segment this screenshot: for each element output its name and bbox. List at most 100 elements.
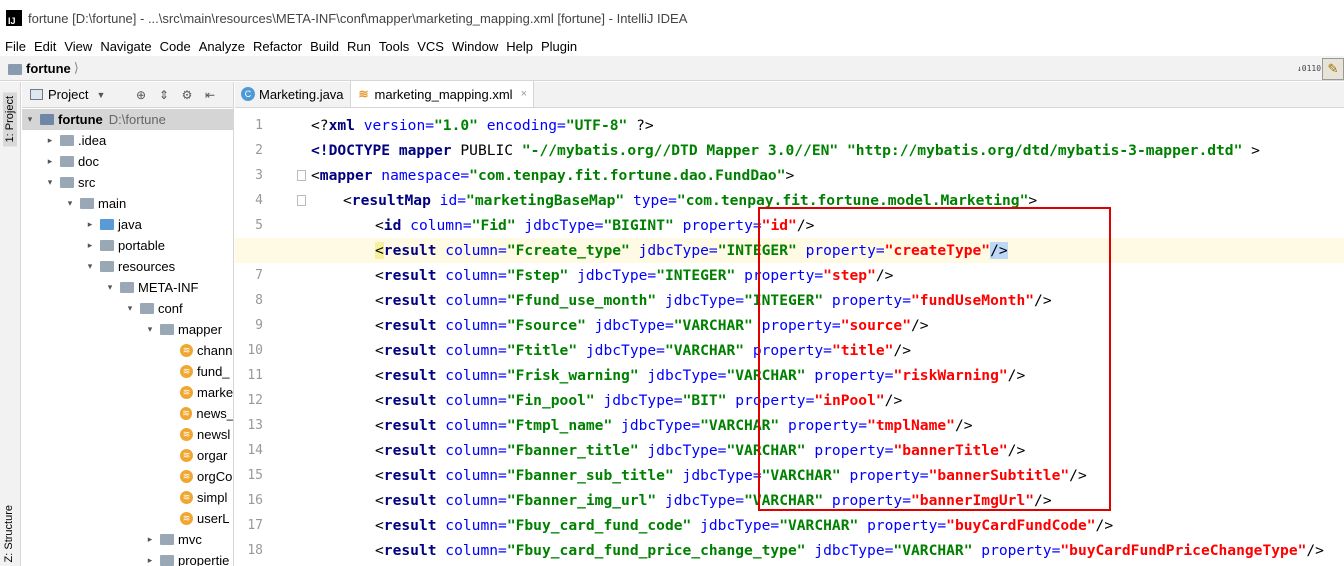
project-view-selector[interactable]: Project	[48, 87, 88, 102]
breadcrumb-fortune[interactable]: fortune	[26, 61, 71, 76]
expanded-arrow-icon[interactable]: ▾	[24, 114, 36, 125]
tree-item[interactable]: ▸ java	[22, 214, 233, 235]
expanded-arrow-icon[interactable]: ▾	[144, 324, 156, 335]
code-token: property=	[858, 517, 947, 534]
code-line[interactable]: <result column="Frisk_warning" jdbcType=…	[375, 363, 1025, 388]
expanded-arrow-icon[interactable]: ▾	[64, 198, 76, 209]
tree-item[interactable]: ▾ main	[22, 193, 233, 214]
menu-run[interactable]: Run	[347, 39, 371, 54]
menu-plugin[interactable]: Plugin	[541, 39, 577, 54]
collapsed-arrow-icon[interactable]: ▸	[84, 219, 96, 230]
tree-item[interactable]: ▾ META-INF	[22, 277, 233, 298]
code-line[interactable]: <result column="Ffund_use_month" jdbcTyp…	[375, 288, 1052, 313]
collapsed-arrow-icon[interactable]: ▸	[44, 135, 56, 146]
tree-item[interactable]: ▾ conf	[22, 298, 233, 319]
tree-item[interactable]: ▾ mapper	[22, 319, 233, 340]
tree-item[interactable]: ▾ src	[22, 172, 233, 193]
project-tool-tab[interactable]: 1: Project	[3, 92, 17, 147]
vcs-update-icon[interactable]: ↓0110	[1297, 60, 1321, 78]
tree-item[interactable]: ▾ fortune D:\fortune	[22, 109, 233, 130]
code-area[interactable]: <?xml version="1.0" encoding="UTF-8" ?> <…	[235, 109, 1344, 566]
tab-marketing-mapping-xml[interactable]: ≋ marketing_mapping.xml ×	[350, 81, 534, 107]
code-line[interactable]: <result column="Fsource" jdbcType="VARCH…	[375, 313, 929, 338]
menu-build[interactable]: Build	[310, 39, 339, 54]
code-token: "fundUseMonth"	[911, 292, 1035, 309]
code-token: result	[383, 392, 437, 409]
expanded-arrow-icon[interactable]: ▾	[124, 303, 136, 314]
close-icon[interactable]: ×	[521, 88, 527, 100]
code-line[interactable]: <id column="Fid" jdbcType="BIGINT" prope…	[375, 213, 814, 238]
code-line[interactable]: <result column="Fbuy_card_fund_code" jdb…	[375, 513, 1113, 538]
menu-edit[interactable]: Edit	[34, 39, 56, 54]
locate-icon[interactable]: ⊕	[132, 86, 150, 104]
tree-item[interactable]: ▸ portable	[22, 235, 233, 256]
menu-file[interactable]: File	[5, 39, 26, 54]
code-line[interactable]: <result column="Fstep" jdbcType="INTEGER…	[375, 263, 893, 288]
tree-item[interactable]: ▸≋orgar	[22, 445, 233, 466]
collapsed-arrow-icon[interactable]: ▸	[144, 534, 156, 545]
edit-tool-icon[interactable]: ✎	[1322, 57, 1344, 80]
code-token: ?>	[627, 117, 654, 134]
structure-tool-tab[interactable]: Z: Structure	[3, 505, 15, 562]
code-token: <	[375, 442, 384, 459]
expanded-arrow-icon[interactable]: ▾	[104, 282, 116, 293]
tree-item[interactable]: ▸ propertie	[22, 550, 233, 566]
hide-panel-icon[interactable]: ⇤	[201, 86, 219, 104]
menu-navigate[interactable]: Navigate	[100, 39, 151, 54]
project-panel: Project ▼ ⊕ ⇕ ⚙ ⇤ ▾ fortune D:\fortune ▸ .id…	[22, 82, 234, 566]
menu-code[interactable]: Code	[160, 39, 191, 54]
line-number: 14	[247, 443, 263, 458]
code-line[interactable]: <result column="Ftmpl_name" jdbcType="VA…	[375, 413, 973, 438]
tree-item[interactable]: ▸≋simpl	[22, 487, 233, 508]
code-token: jdbcType=	[577, 342, 665, 359]
code-token: "BIT"	[682, 392, 727, 409]
code-line[interactable]: <result column="Fbanner_img_url" jdbcTyp…	[375, 488, 1052, 513]
tree-item[interactable]: ▸≋newsl	[22, 424, 233, 445]
code-line[interactable]: <result column="Fbanner_sub_title" jdbcT…	[375, 463, 1087, 488]
code-line[interactable]: <!DOCTYPE mapper PUBLIC "-//mybatis.org/…	[311, 138, 1260, 163]
tree-item[interactable]: ▾ resources	[22, 256, 233, 277]
fold-marker-icon[interactable]	[297, 170, 306, 181]
collapsed-arrow-icon[interactable]: ▸	[144, 555, 156, 566]
code-token: "com.tenpay.fit.fortune.model.Marketing"	[676, 192, 1029, 209]
code-line[interactable]: <resultMap id="marketingBaseMap" type="c…	[343, 188, 1037, 213]
tree-item[interactable]: ▸ .idea	[22, 130, 233, 151]
tree-item[interactable]: ▸ mvc	[22, 529, 233, 550]
line-number: 9	[255, 318, 263, 333]
code-token: "Fbuy_card_fund_price_change_type"	[506, 542, 806, 559]
menu-tools[interactable]: Tools	[379, 39, 409, 54]
fold-marker-icon[interactable]	[297, 195, 306, 206]
expanded-arrow-icon[interactable]: ▾	[84, 261, 96, 272]
tree-item[interactable]: ▸ doc	[22, 151, 233, 172]
code-line[interactable]: <result column="Fbanner_title" jdbcType=…	[375, 438, 1025, 463]
menu-view[interactable]: View	[64, 39, 92, 54]
menu-window[interactable]: Window	[452, 39, 498, 54]
tree-item[interactable]: ▸≋userL	[22, 508, 233, 529]
code-editor[interactable]: 123456789101112131415161718 <?xml versio…	[235, 109, 1344, 566]
collapsed-arrow-icon[interactable]: ▸	[84, 240, 96, 251]
tree-item[interactable]: ▸≋marke	[22, 382, 233, 403]
chevron-down-icon[interactable]: ▼	[96, 90, 105, 100]
tree-item[interactable]: ▸≋chann	[22, 340, 233, 361]
tab-marketing-java[interactable]: C Marketing.java	[235, 81, 351, 107]
gear-icon[interactable]: ⚙	[178, 86, 196, 104]
tree-item[interactable]: ▸≋orgCo	[22, 466, 233, 487]
line-number: 2	[255, 143, 263, 158]
code-line[interactable]: <result column="Fcreate_type" jdbcType="…	[375, 238, 1008, 263]
menu-analyze[interactable]: Analyze	[199, 39, 245, 54]
code-line[interactable]: <?xml version="1.0" encoding="UTF-8" ?>	[311, 113, 654, 138]
menu-vcs[interactable]: VCS	[417, 39, 444, 54]
code-line[interactable]: <result column="Ftitle" jdbcType="VARCHA…	[375, 338, 911, 363]
code-line[interactable]: <result column="Fbuy_card_fund_price_cha…	[375, 538, 1324, 563]
tree-item-label: news_	[196, 406, 234, 421]
collapsed-arrow-icon[interactable]: ▸	[44, 156, 56, 167]
expanded-arrow-icon[interactable]: ▾	[44, 177, 56, 188]
tree-item-label: main	[98, 196, 127, 211]
tree-item[interactable]: ▸≋news_	[22, 403, 234, 424]
code-line[interactable]: <result column="Fin_pool" jdbcType="BIT"…	[375, 388, 902, 413]
tree-item[interactable]: ▸≋fund_	[22, 361, 233, 382]
menu-refactor[interactable]: Refactor	[253, 39, 302, 54]
code-line[interactable]: <mapper namespace="com.tenpay.fit.fortun…	[311, 163, 794, 188]
collapse-all-icon[interactable]: ⇕	[155, 86, 173, 104]
menu-help[interactable]: Help	[506, 39, 533, 54]
